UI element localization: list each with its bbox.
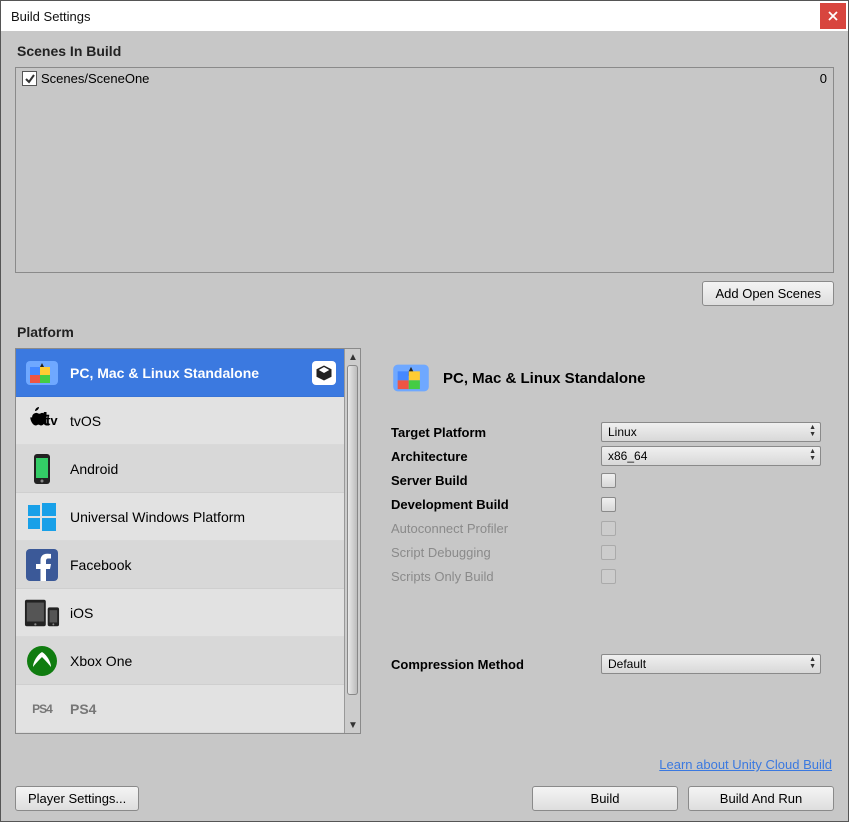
- platform-item-standalone[interactable]: PC, Mac & Linux Standalone: [16, 349, 344, 397]
- compression-method-select[interactable]: Default ▲▼: [601, 654, 821, 674]
- architecture-label: Architecture: [391, 449, 601, 464]
- autoconnect-profiler-checkbox: [601, 521, 616, 536]
- platform-item-label: tvOS: [70, 413, 101, 429]
- architecture-row: Architecture x86_64 ▲▼: [391, 444, 834, 468]
- dropdown-arrows-icon: ▲▼: [809, 424, 816, 438]
- close-icon: [828, 8, 838, 24]
- bottom-buttons: Player Settings... Build Build And Run: [15, 786, 834, 811]
- standalone-icon: [24, 355, 60, 391]
- server-build-row: Server Build: [391, 468, 834, 492]
- content-area: Scenes In Build Scenes/SceneOne 0 Add Op…: [1, 31, 848, 821]
- platform-item-label: Android: [70, 461, 118, 477]
- scripts-only-build-checkbox: [601, 569, 616, 584]
- compression-method-label: Compression Method: [391, 657, 601, 672]
- build-settings-window: Build Settings Scenes In Build Scenes/Sc…: [0, 0, 849, 822]
- lower-columns: PC, Mac & Linux Standalone tv: [15, 348, 834, 772]
- autoconnect-profiler-row: Autoconnect Profiler: [391, 516, 834, 540]
- script-debugging-row: Script Debugging: [391, 540, 834, 564]
- player-settings-button[interactable]: Player Settings...: [15, 786, 139, 811]
- standalone-icon: [391, 358, 431, 398]
- scene-checkbox[interactable]: [22, 71, 37, 86]
- target-platform-label: Target Platform: [391, 425, 601, 440]
- platform-item-ios[interactable]: iOS: [16, 589, 344, 637]
- target-platform-value: Linux: [608, 425, 637, 439]
- dropdown-arrows-icon: ▲▼: [809, 448, 816, 462]
- platform-item-uwp[interactable]: Universal Windows Platform: [16, 493, 344, 541]
- scenes-section-title: Scenes In Build: [17, 43, 834, 59]
- platform-item-android[interactable]: Android: [16, 445, 344, 493]
- scripts-only-build-row: Scripts Only Build: [391, 564, 834, 588]
- scroll-thumb[interactable]: [347, 365, 358, 695]
- add-open-scenes-button[interactable]: Add Open Scenes: [702, 281, 834, 306]
- platform-item-label: iOS: [70, 605, 93, 621]
- compression-method-row: Compression Method Default ▲▼: [391, 652, 834, 676]
- development-build-label: Development Build: [391, 497, 601, 512]
- unity-icon: [312, 361, 336, 385]
- platform-item-label: Facebook: [70, 557, 131, 573]
- android-icon: [24, 451, 60, 487]
- script-debugging-checkbox: [601, 545, 616, 560]
- platform-item-label: PC, Mac & Linux Standalone: [70, 365, 259, 381]
- autoconnect-profiler-label: Autoconnect Profiler: [391, 521, 601, 536]
- title-bar: Build Settings: [1, 1, 848, 31]
- windows-icon: [24, 499, 60, 535]
- facebook-icon: [24, 547, 60, 583]
- development-build-checkbox[interactable]: [601, 497, 616, 512]
- platform-item-label: Xbox One: [70, 653, 132, 669]
- xbox-icon: [24, 643, 60, 679]
- platform-item-xboxone[interactable]: Xbox One: [16, 637, 344, 685]
- platform-column: PC, Mac & Linux Standalone tv: [15, 348, 361, 772]
- server-build-checkbox[interactable]: [601, 473, 616, 488]
- apple-tv-icon: tv: [24, 403, 60, 439]
- platform-list-box: PC, Mac & Linux Standalone tv: [15, 348, 361, 734]
- scene-name: Scenes/SceneOne: [41, 71, 820, 86]
- cloud-build-link[interactable]: Learn about Unity Cloud Build: [391, 757, 832, 772]
- ios-icon: [24, 595, 60, 631]
- script-debugging-label: Script Debugging: [391, 545, 601, 560]
- compression-method-value: Default: [608, 657, 646, 671]
- scenes-list[interactable]: Scenes/SceneOne 0: [15, 67, 834, 273]
- architecture-select[interactable]: x86_64 ▲▼: [601, 446, 821, 466]
- scene-index: 0: [820, 71, 827, 86]
- build-button[interactable]: Build: [532, 786, 678, 811]
- platform-item-label: Universal Windows Platform: [70, 509, 245, 525]
- scripts-only-build-label: Scripts Only Build: [391, 569, 601, 584]
- platform-item-label: PS4: [70, 701, 96, 717]
- platform-list[interactable]: PC, Mac & Linux Standalone tv: [16, 349, 344, 733]
- scroll-up-icon[interactable]: ▲: [345, 349, 361, 365]
- development-build-row: Development Build: [391, 492, 834, 516]
- scene-row[interactable]: Scenes/SceneOne 0: [16, 68, 833, 89]
- target-platform-row: Target Platform Linux ▲▼: [391, 420, 834, 444]
- build-and-run-button[interactable]: Build And Run: [688, 786, 834, 811]
- platform-item-tvos[interactable]: tv tvOS: [16, 397, 344, 445]
- platform-list-scrollbar[interactable]: ▲ ▼: [344, 349, 360, 733]
- dropdown-arrows-icon: ▲▼: [809, 656, 816, 670]
- platform-item-ps4[interactable]: PS4 PS4: [16, 685, 344, 733]
- server-build-label: Server Build: [391, 473, 601, 488]
- settings-column: PC, Mac & Linux Standalone Target Platfo…: [391, 348, 834, 772]
- svg-text:tv: tv: [46, 413, 58, 428]
- architecture-value: x86_64: [608, 449, 647, 463]
- platform-header: PC, Mac & Linux Standalone: [391, 358, 834, 398]
- platform-header-title: PC, Mac & Linux Standalone: [443, 370, 646, 387]
- platform-section-title: Platform: [17, 324, 834, 340]
- window-title: Build Settings: [11, 9, 91, 24]
- scroll-down-icon[interactable]: ▼: [345, 717, 361, 733]
- target-platform-select[interactable]: Linux ▲▼: [601, 422, 821, 442]
- platform-item-facebook[interactable]: Facebook: [16, 541, 344, 589]
- close-button[interactable]: [820, 3, 846, 29]
- ps4-icon: PS4: [24, 691, 60, 727]
